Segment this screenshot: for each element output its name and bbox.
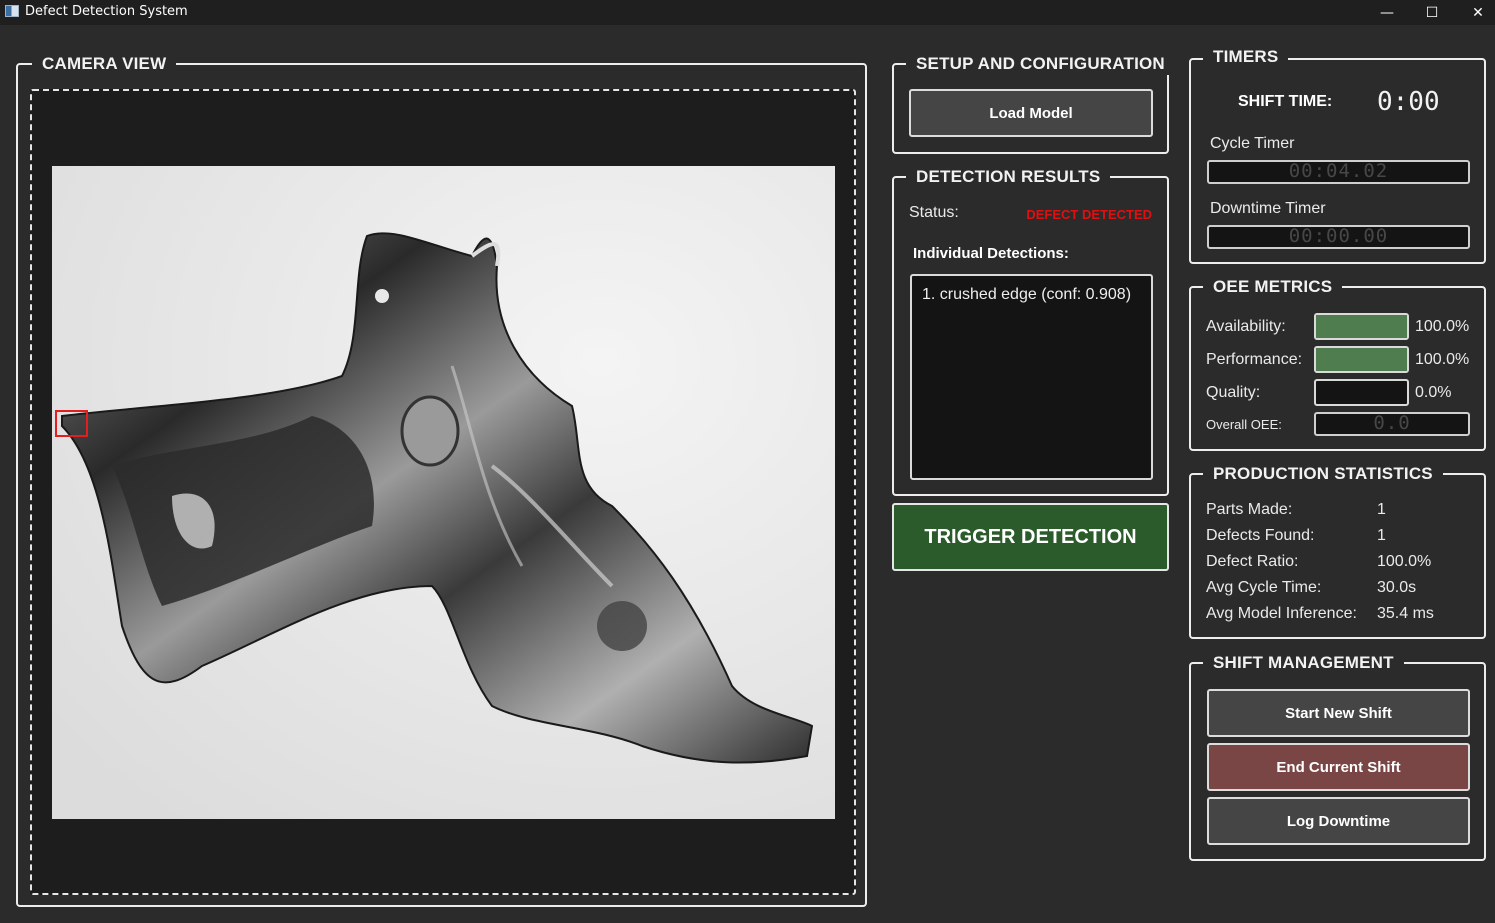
defect-ratio-value: 100.0% — [1377, 553, 1432, 570]
app-icon — [5, 5, 19, 17]
oee-metrics-group: OEE METRICS Availability: 100.0% Perform… — [1189, 276, 1486, 451]
trigger-detection-button[interactable]: TRIGGER DETECTION — [892, 503, 1169, 571]
downtime-timer-display: 00:00.00 — [1207, 225, 1470, 249]
load-model-button[interactable]: Load Model — [909, 89, 1153, 137]
setup-group: SETUP AND CONFIGURATION Load Model — [892, 53, 1175, 154]
avg-inference-label: Avg Model Inference: — [1206, 605, 1357, 622]
maximize-button[interactable]: ☐ — [1409, 0, 1455, 25]
availability-value: 100.0% — [1415, 318, 1470, 335]
detections-list[interactable]: 1. crushed edge (conf: 0.908) — [910, 274, 1153, 480]
quality-value: 0.0% — [1415, 384, 1452, 401]
quality-bar — [1314, 379, 1409, 406]
defects-found-value: 1 — [1377, 527, 1386, 544]
minimize-button[interactable]: — — [1364, 0, 1410, 25]
timers-title: TIMERS — [1203, 46, 1289, 68]
downtime-timer-label: Downtime Timer — [1210, 200, 1326, 217]
individual-detections-label: Individual Detections: — [913, 245, 1069, 262]
parts-made-label: Parts Made: — [1206, 501, 1293, 518]
performance-bar — [1314, 346, 1409, 373]
defect-bounding-box — [55, 410, 88, 437]
availability-label: Availability: — [1206, 318, 1286, 335]
overall-oee-display: 0.0 — [1314, 412, 1470, 436]
detection-results-title: DETECTION RESULTS — [906, 166, 1111, 188]
overall-oee-label: Overall OEE: — [1206, 417, 1282, 432]
shift-management-group: SHIFT MANAGEMENT Start New Shift End Cur… — [1189, 652, 1486, 861]
close-button[interactable]: ✕ — [1455, 0, 1495, 25]
detection-results-group: DETECTION RESULTS Status: DEFECT DETECTE… — [892, 166, 1169, 496]
start-new-shift-button[interactable]: Start New Shift — [1207, 689, 1470, 737]
shift-time-label: SHIFT TIME: — [1238, 93, 1333, 110]
production-statistics-group: PRODUCTION STATISTICS Parts Made: 1 Defe… — [1189, 463, 1486, 639]
title-bar: Defect Detection System — ☐ ✕ — [0, 0, 1495, 25]
list-item[interactable]: 1. crushed edge (conf: 0.908) — [922, 286, 1131, 304]
parts-made-value: 1 — [1377, 501, 1386, 518]
performance-label: Performance: — [1206, 351, 1303, 368]
availability-bar-fill — [1316, 315, 1407, 338]
camera-image — [52, 166, 835, 819]
avg-cycle-time-value: 30.0s — [1377, 579, 1417, 596]
availability-bar — [1314, 313, 1409, 340]
status-label: Status: — [909, 204, 959, 221]
maximize-icon: ☐ — [1425, 4, 1439, 21]
camera-frame — [30, 89, 856, 895]
shift-time-value: 0:00 — [1377, 87, 1440, 117]
avg-cycle-time-label: Avg Cycle Time: — [1206, 579, 1322, 596]
close-icon: ✕ — [1472, 4, 1484, 21]
performance-bar-fill — [1316, 348, 1407, 371]
performance-value: 100.0% — [1415, 351, 1470, 368]
production-statistics-title: PRODUCTION STATISTICS — [1203, 463, 1443, 485]
camera-view-group: CAMERA VIEW — [16, 53, 867, 907]
defects-found-label: Defects Found: — [1206, 527, 1315, 544]
cycle-timer-label: Cycle Timer — [1210, 135, 1295, 152]
avg-inference-value: 35.4 ms — [1377, 605, 1434, 622]
setup-title: SETUP AND CONFIGURATION — [906, 53, 1175, 75]
defect-ratio-label: Defect Ratio: — [1206, 553, 1299, 570]
inspected-part-image — [52, 166, 835, 819]
log-downtime-button[interactable]: Log Downtime — [1207, 797, 1470, 845]
quality-label: Quality: — [1206, 384, 1261, 401]
timers-group: TIMERS SHIFT TIME: 0:00 Cycle Timer 00:0… — [1189, 46, 1486, 264]
shift-management-title: SHIFT MANAGEMENT — [1203, 652, 1404, 674]
oee-metrics-title: OEE METRICS — [1203, 276, 1343, 298]
minimize-icon: — — [1380, 4, 1394, 21]
status-value: DEFECT DETECTED — [1026, 207, 1152, 222]
end-current-shift-button[interactable]: End Current Shift — [1207, 743, 1470, 791]
window-title: Defect Detection System — [25, 4, 188, 19]
camera-view-title: CAMERA VIEW — [32, 53, 177, 75]
cycle-timer-display: 00:04.02 — [1207, 160, 1470, 184]
